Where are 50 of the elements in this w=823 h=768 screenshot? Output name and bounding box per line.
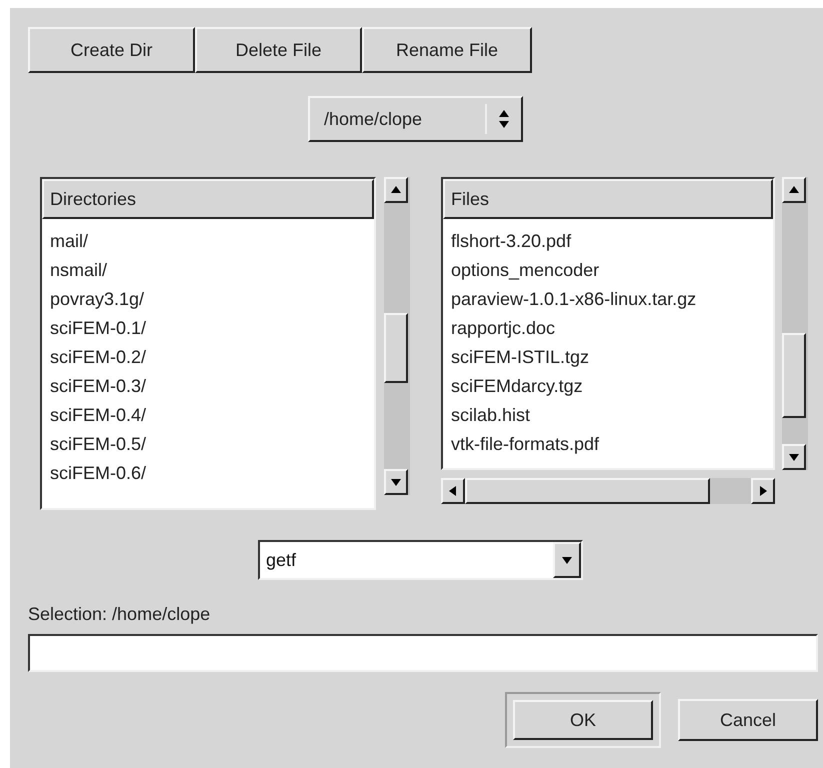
directory-item[interactable]: sciFEM-0.2/ [50, 343, 366, 372]
vertical-scrollbar[interactable] [782, 177, 808, 470]
up-arrow-icon [788, 184, 800, 196]
selection-label: Selection: /home/clope [27, 603, 212, 626]
directory-item[interactable]: sciFEM-0.6/ [50, 459, 366, 488]
scroll-up-button[interactable] [782, 177, 806, 203]
file-item[interactable]: vtk-file-formats.pdf [451, 430, 765, 459]
vertical-scrollbar[interactable] [384, 177, 410, 495]
scrollbar-thumb[interactable] [384, 313, 408, 383]
file-item[interactable]: sciFEM-ISTIL.tgz [451, 343, 765, 372]
selection-field[interactable] [28, 634, 818, 672]
file-item[interactable]: rapportjc.doc [451, 314, 765, 343]
file-item[interactable]: scilab.hist [451, 401, 765, 430]
scroll-up-button[interactable] [384, 177, 408, 203]
directory-item[interactable]: sciFEM-0.1/ [50, 314, 366, 343]
directory-item[interactable]: povray3.1g/ [50, 285, 366, 314]
file-item[interactable]: paraview-1.0.1-x86-linux.tar.gz [451, 285, 765, 314]
directory-item[interactable]: sciFEM-0.4/ [50, 401, 366, 430]
directory-item[interactable]: nsmail/ [50, 256, 366, 285]
path-menu[interactable]: /home/clope [308, 96, 523, 142]
scroll-left-button[interactable] [441, 478, 465, 504]
directory-item[interactable]: sciFEM-0.5/ [50, 430, 366, 459]
up-down-arrows-icon [498, 109, 510, 129]
filter-value: getf [265, 548, 298, 572]
scroll-down-button[interactable] [782, 444, 806, 470]
scroll-right-button[interactable] [751, 478, 775, 504]
toolbar-button[interactable]: Create Dir [28, 27, 195, 73]
toolbar-button[interactable]: Rename File [362, 27, 532, 73]
directory-item[interactable]: mail/ [50, 227, 366, 256]
column-header[interactable]: Files [443, 179, 773, 219]
up-arrow-icon [390, 184, 402, 196]
filter-combo-box[interactable]: getf [258, 540, 583, 580]
down-arrow-icon [390, 476, 402, 488]
directory-item[interactable]: sciFEM-0.3/ [50, 372, 366, 401]
file-item[interactable]: flshort-3.20.pdf [451, 227, 765, 256]
toolbar-button[interactable]: Delete File [195, 27, 362, 73]
right-arrow-icon [757, 485, 769, 497]
left-arrow-icon [447, 485, 459, 497]
horizontal-scrollbar[interactable] [441, 478, 775, 504]
dropdown-button[interactable] [553, 542, 581, 578]
down-arrow-icon [788, 451, 800, 463]
file-item[interactable]: sciFEMdarcy.tgz [451, 372, 765, 401]
scrollbar-thumb[interactable] [465, 478, 710, 504]
down-arrow-icon [561, 554, 573, 566]
dialog-button[interactable]: Cancel [678, 699, 818, 741]
scrollbar-thumb[interactable] [782, 333, 806, 418]
ok-button[interactable]: OK [513, 700, 653, 740]
column-header[interactable]: Directories [42, 179, 374, 219]
file-item[interactable]: options_mencoder [451, 256, 765, 285]
scroll-down-button[interactable] [384, 469, 408, 495]
